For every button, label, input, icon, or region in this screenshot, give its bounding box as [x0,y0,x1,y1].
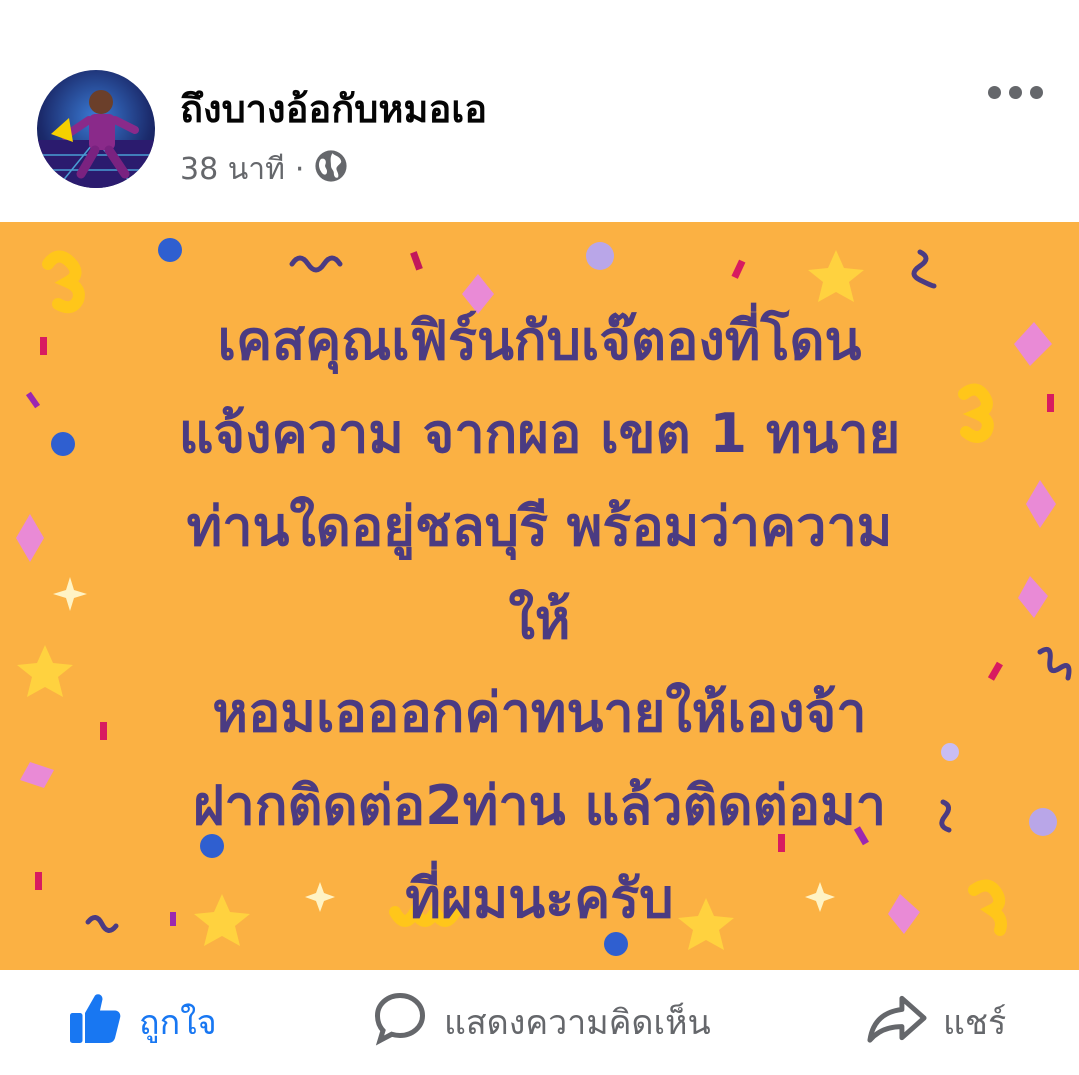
post-text-line: ท่านใดอยู่ชลบุรี พร้อมว่าความ [186,495,893,558]
post-text-line: ฝากติดต่อ2ท่าน แล้วติดต่อมา [192,774,887,837]
meta-separator: · [294,152,305,187]
post-timestamp[interactable]: 38 นาที [180,146,285,193]
post-meta: 38 นาที · [180,146,348,193]
post-text-line: แจ้งความ จากผอ เขต 1 ทนาย [178,402,901,465]
author-avatar[interactable] [37,70,155,188]
post-text-line: เคสคุณเฟิร์นกับเจ๊ตองที่โดน [217,309,862,372]
post-background-card: เคสคุณเฟิร์นกับเจ๊ตองที่โดน แจ้งความ จาก… [0,222,1079,970]
post-text-line: ที่ผมนะครับ [405,867,674,930]
post-text: เคสคุณเฟิร์นกับเจ๊ตองที่โดน แจ้งความ จาก… [40,294,1039,945]
share-button[interactable]: แชร์ [865,992,1006,1052]
globe-icon [314,149,348,191]
more-options-button[interactable] [988,82,1050,102]
more-dots-icon [988,85,1001,99]
share-arrow-icon [865,988,929,1057]
comment-button[interactable]: แสดงความคิดเห็น [370,992,711,1052]
post-text-line: ให้ [508,588,571,651]
like-label: ถูกใจ [139,1003,217,1043]
share-label: แชร์ [943,1003,1007,1043]
comment-label: แสดงความคิดเห็น [444,1003,711,1043]
post-text-line: หอมเอออกค่าทนายให้เองจ้า [212,681,867,744]
like-button[interactable]: ถูกใจ [65,992,217,1052]
post-header: ถึงบางอ้อกับหมอเอ 38 นาที · [0,0,1079,222]
post-action-bar: ถูกใจ แสดงความคิดเห็น แชร์ [0,970,1079,1075]
author-name[interactable]: ถึงบางอ้อกับหมอเอ [180,78,487,139]
thumbs-up-icon [65,988,125,1057]
comment-bubble-icon [370,988,430,1057]
